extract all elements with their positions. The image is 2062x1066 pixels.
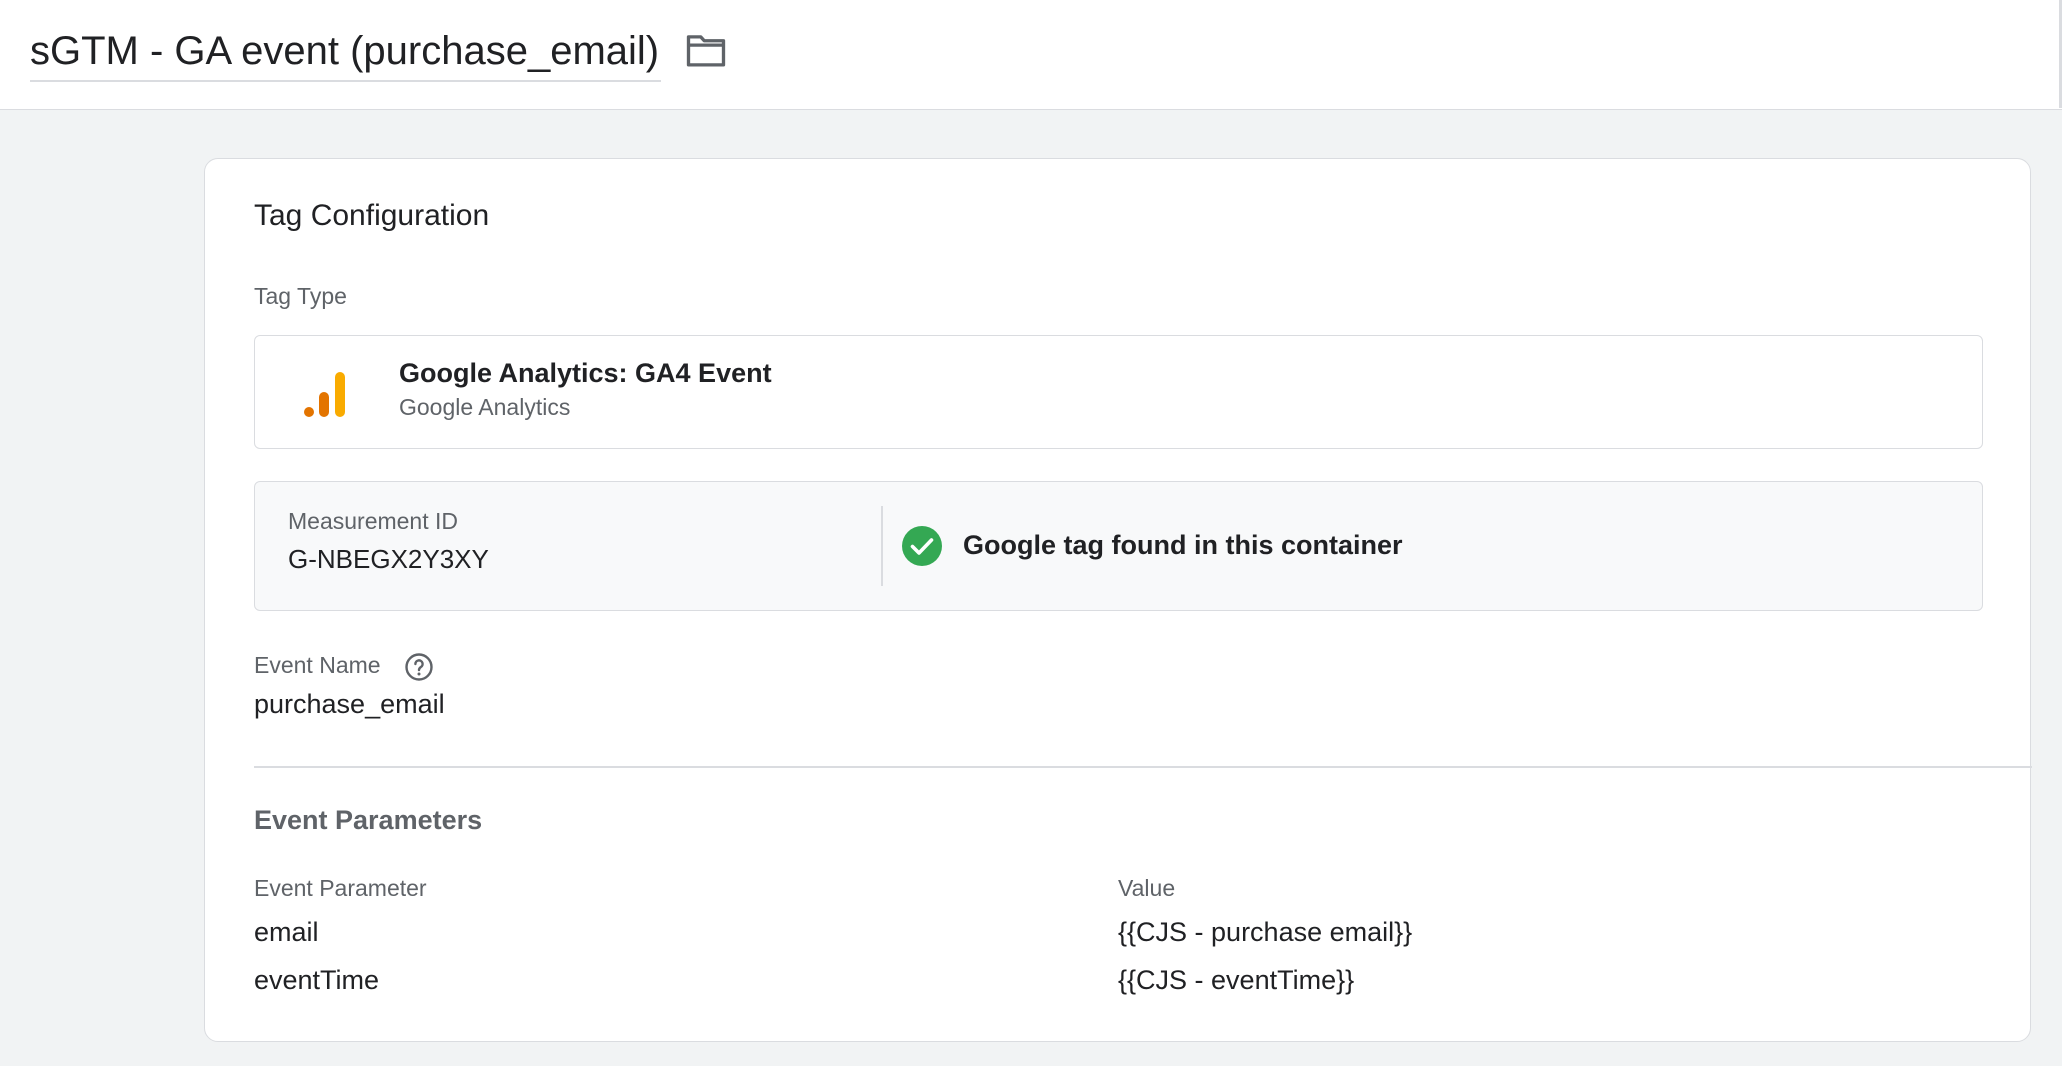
column-header-value: Value (1118, 875, 1176, 901)
tag-type-vendor: Google Analytics (399, 394, 571, 420)
check-circle-icon (902, 526, 942, 566)
vertical-divider (881, 506, 883, 586)
editor-header: sGTM - GA event (purchase_email) (0, 0, 2062, 110)
tag-type-label: Tag Type (254, 283, 347, 309)
tag-name-field[interactable]: sGTM - GA event (purchase_email) (30, 22, 662, 82)
tag-type-selector[interactable]: Google Analytics: GA4 Event Google Analy… (254, 335, 1983, 449)
event-name-value[interactable]: purchase_email (254, 689, 445, 720)
section-divider (254, 766, 2032, 768)
column-header-parameter: Event Parameter (254, 875, 427, 901)
google-tag-status: Google tag found in this container (963, 530, 1403, 560)
google-analytics-icon (304, 372, 345, 417)
folder-icon (686, 35, 726, 67)
folder-button[interactable] (684, 28, 728, 72)
tag-type-name: Google Analytics: GA4 Event (399, 358, 772, 388)
parameter-name: email (254, 917, 319, 947)
help-icon[interactable] (404, 652, 434, 682)
card-title: Tag Configuration (254, 199, 490, 232)
tag-configuration-card[interactable]: Tag Configuration Tag Type Google Analyt… (204, 158, 2032, 1042)
parameter-name: eventTime (254, 965, 380, 995)
measurement-id-value[interactable]: G-NBEGX2Y3XY (288, 544, 489, 575)
event-name-label: Event Name (254, 652, 381, 678)
parameter-value: {{CJS - eventTime}} (1118, 965, 1355, 995)
event-parameters-title: Event Parameters (254, 805, 483, 835)
measurement-id-panel: Measurement ID G-NBEGX2Y3XY Google tag f… (254, 481, 1983, 611)
parameter-value: {{CJS - purchase email}} (1118, 917, 1413, 947)
measurement-id-label: Measurement ID (288, 508, 459, 534)
